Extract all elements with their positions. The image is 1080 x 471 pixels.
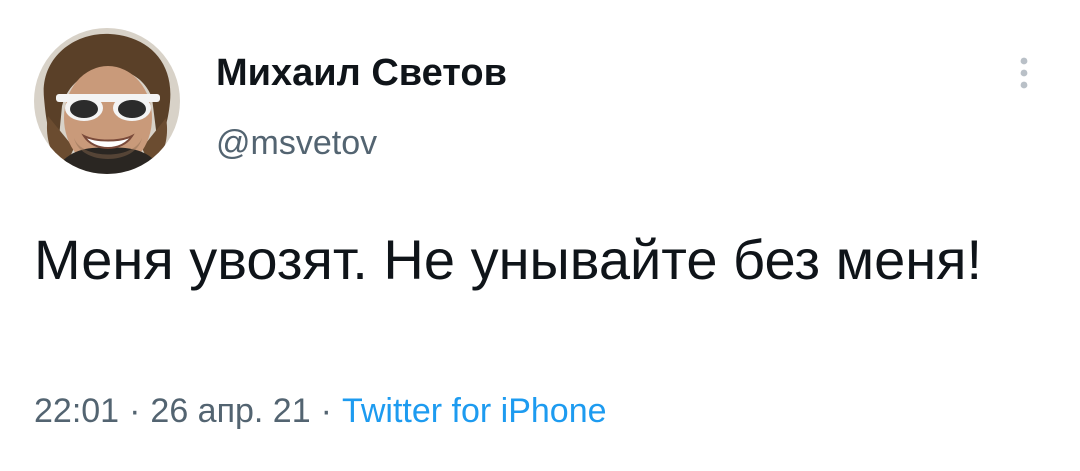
tweet-metadata: 22:01 · 26 апр. 21 · Twitter for iPhone xyxy=(34,388,607,434)
more-options-button[interactable] xyxy=(1006,50,1042,96)
tweet-text: Меня увозят. Не унывайте без меня! xyxy=(34,228,983,291)
author-avatar[interactable] xyxy=(34,28,180,174)
tweet-time[interactable]: 22:01 xyxy=(34,392,119,430)
meta-separator: · xyxy=(129,392,141,430)
profile-photo-icon xyxy=(34,28,180,174)
tweet-source-link[interactable]: Twitter for iPhone xyxy=(342,392,607,430)
more-vertical-icon xyxy=(1020,57,1028,89)
author-display-name[interactable]: Михаил Светов xyxy=(216,50,507,96)
meta-separator: · xyxy=(320,392,332,430)
author-handle[interactable]: @msvetov xyxy=(216,122,377,164)
tweet-date[interactable]: 26 апр. 21 xyxy=(150,392,310,430)
tweet-card: Михаил Светов @msvetov Меня увозят. Не у… xyxy=(0,0,1080,471)
